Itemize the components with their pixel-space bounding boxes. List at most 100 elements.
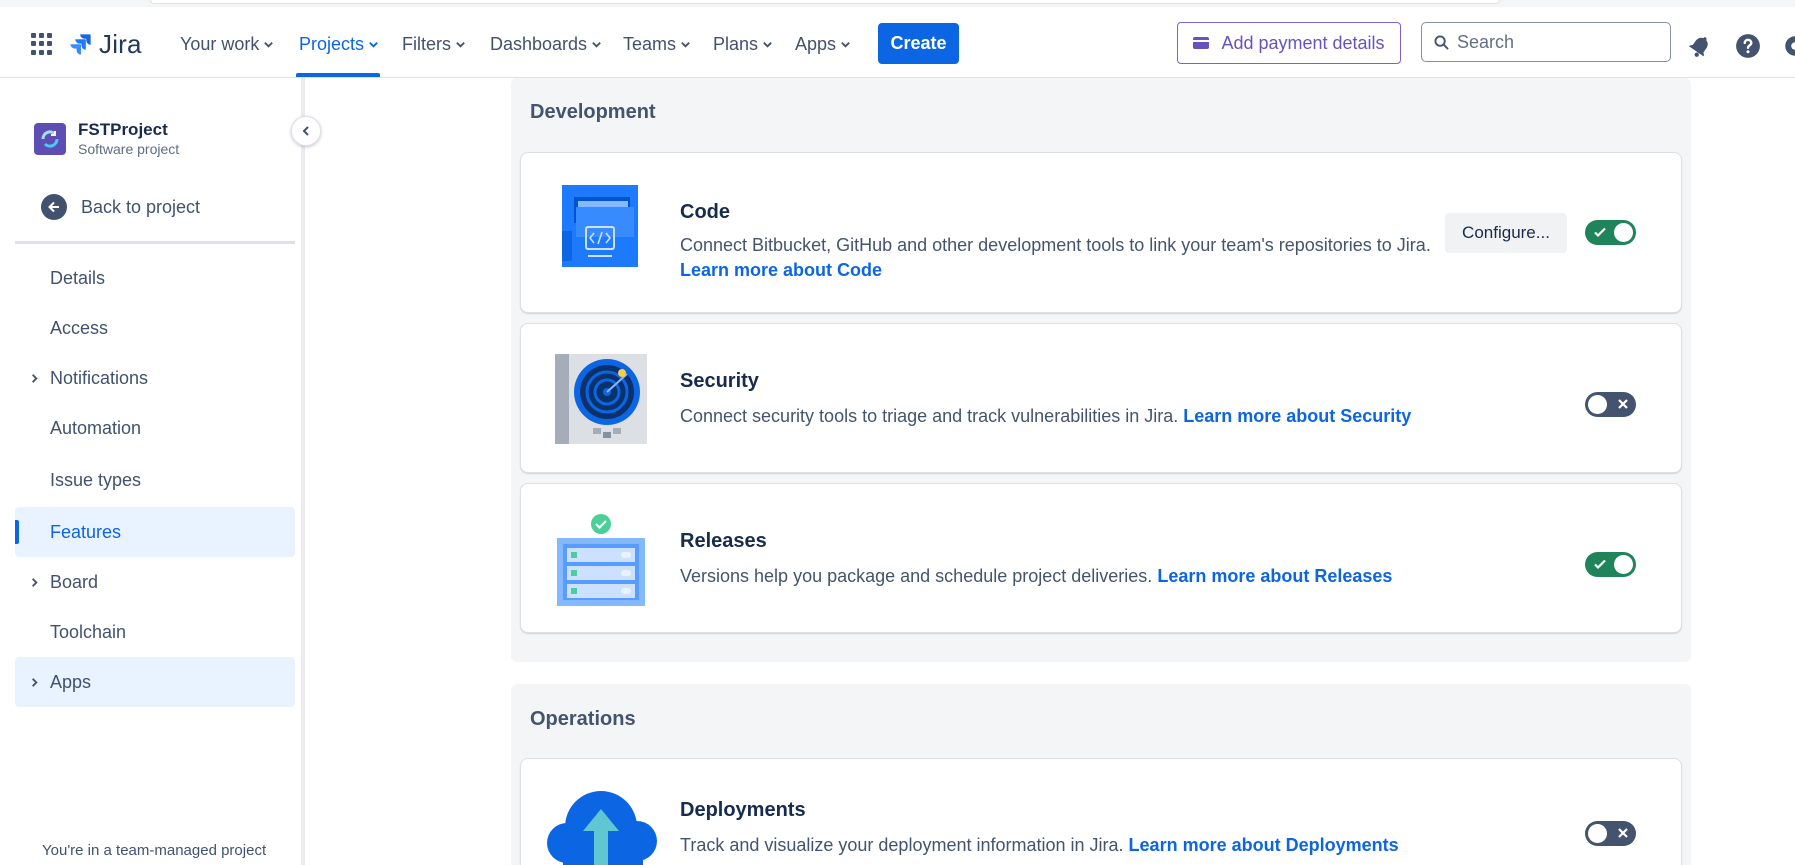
sidebar-divider <box>15 241 295 244</box>
sidebar-item-access[interactable]: Access <box>15 303 295 353</box>
deployments-toggle[interactable] <box>1585 821 1636 846</box>
sidebar-item-label: Automation <box>50 417 142 438</box>
back-to-project-label: Back to project <box>81 196 201 217</box>
security-toggle[interactable] <box>1585 392 1636 417</box>
chevron-down-icon <box>592 41 601 48</box>
feature-name: Deployments <box>680 799 806 821</box>
feature-learn-more: Learn more about Code <box>680 258 882 283</box>
check-icon <box>1594 227 1606 238</box>
nav-your-work-label: Your work <box>180 33 260 54</box>
nav-plans-label: Plans <box>713 33 759 54</box>
feature-description: Connect Bitbucket, GitHub and other deve… <box>680 235 1431 255</box>
learn-more-security-link[interactable]: Learn more about Security <box>1183 406 1411 426</box>
deployments-cloud-icon <box>547 791 657 865</box>
sidebar-item-label: Apps <box>50 671 92 692</box>
nav-teams[interactable]: Teams <box>623 29 691 59</box>
configure-button[interactable]: Configure... <box>1445 213 1567 253</box>
close-icon <box>1618 828 1628 838</box>
app-switcher-icon[interactable] <box>31 33 53 55</box>
sidebar-item-label: Access <box>50 317 109 338</box>
code-toggle[interactable] <box>1585 220 1636 245</box>
learn-more-code-link[interactable]: Learn more about Code <box>680 260 882 280</box>
operations-section: Operations Deployments Track and visuali… <box>511 684 1691 865</box>
nav-your-work[interactable]: Your work <box>180 29 274 59</box>
close-icon <box>1618 399 1628 409</box>
project-name: FSTProject <box>78 120 168 139</box>
project-sidebar: FSTProject Software project Back to proj… <box>5 78 305 865</box>
nav-dashboards-label: Dashboards <box>490 33 588 54</box>
feature-description: Versions help you package and schedule p… <box>680 564 1392 589</box>
learn-more-releases-link[interactable]: Learn more about Releases <box>1157 566 1392 586</box>
nav-plans[interactable]: Plans <box>713 29 773 59</box>
feature-card-releases: Releases Versions help you package and s… <box>520 483 1682 633</box>
feature-description-text: Connect security tools to triage and tra… <box>680 406 1179 426</box>
jira-logo-icon <box>70 33 91 55</box>
sidebar-item-toolchain[interactable]: Toolchain <box>15 607 295 657</box>
search-icon <box>1434 34 1449 50</box>
feature-name: Code <box>680 201 730 223</box>
project-avatar-icon <box>41 130 59 148</box>
sidebar-item-apps[interactable]: Apps <box>15 657 295 707</box>
search-input[interactable] <box>1457 31 1647 53</box>
code-folder-icon <box>562 185 638 267</box>
add-payment-details-label: Add payment details <box>1221 32 1385 53</box>
sidebar-item-label: Board <box>50 571 99 592</box>
feature-card-deployments: Deployments Track and visualize your dep… <box>520 758 1682 865</box>
nav-active-underline <box>296 73 380 77</box>
feature-name: Security <box>680 370 759 392</box>
learn-more-deployments-link[interactable]: Learn more about Deployments <box>1129 835 1399 855</box>
jira-logo[interactable]: Jira <box>68 28 142 60</box>
chevron-right-icon <box>32 577 38 587</box>
settings-icon[interactable] <box>1782 33 1795 59</box>
feature-description-text: Track and visualize your deployment info… <box>680 835 1124 855</box>
feature-description: Connect security tools to triage and tra… <box>680 404 1411 429</box>
feature-description: Track and visualize your deployment info… <box>680 833 1399 858</box>
collapse-sidebar-button[interactable] <box>291 116 321 146</box>
sidebar-item-issue-types[interactable]: Issue types <box>15 455 295 505</box>
security-radar-icon <box>555 354 647 444</box>
sidebar-item-label: Issue types <box>50 469 142 490</box>
nav-teams-label: Teams <box>623 33 677 54</box>
sidebar-item-notifications[interactable]: Notifications <box>15 353 295 403</box>
nav-apps[interactable]: Apps <box>795 29 851 59</box>
toggle-knob <box>1614 555 1633 574</box>
sidebar-item-automation[interactable]: Automation <box>15 403 295 453</box>
chevron-right-icon <box>32 677 38 687</box>
releases-toggle[interactable] <box>1585 552 1636 577</box>
search-box[interactable] <box>1421 22 1671 62</box>
selected-indicator <box>15 520 19 544</box>
nav-projects-label: Projects <box>299 33 365 54</box>
jira-logo-text: Jira <box>99 28 142 59</box>
releases-list-icon <box>557 514 645 606</box>
chevron-left-icon <box>302 126 309 136</box>
chevron-down-icon <box>456 41 465 48</box>
nav-filters[interactable]: Filters <box>402 29 466 59</box>
notifications-icon[interactable] <box>1687 33 1713 59</box>
feature-card-security: Security Connect security tools to triag… <box>520 323 1682 473</box>
team-managed-note: You're in a team-managed project <box>42 842 267 859</box>
section-title: Operations <box>530 708 636 730</box>
feature-card-code: Code Connect Bitbucket, GitHub and other… <box>520 152 1682 313</box>
sidebar-item-features[interactable]: Features <box>15 507 295 557</box>
add-payment-details-button[interactable]: Add payment details <box>1177 22 1401 64</box>
chevron-down-icon <box>369 41 378 48</box>
sidebar-item-label: Details <box>50 267 106 288</box>
create-button[interactable]: Create <box>878 23 959 64</box>
chevron-down-icon <box>841 41 850 48</box>
chevron-right-icon <box>32 373 38 383</box>
project-avatar <box>34 123 66 155</box>
sidebar-item-label: Notifications <box>50 367 149 388</box>
nav-projects[interactable]: Projects <box>299 29 379 59</box>
nav-dashboards[interactable]: Dashboards <box>490 29 602 59</box>
sidebar-item-board[interactable]: Board <box>15 557 295 607</box>
credit-card-icon <box>1193 37 1210 49</box>
project-header[interactable]: FSTProject Software project <box>34 120 179 158</box>
sidebar-item-label: Features <box>50 521 122 542</box>
toggle-knob <box>1614 223 1633 242</box>
feature-name: Releases <box>680 530 767 552</box>
help-icon[interactable] <box>1735 33 1761 59</box>
sidebar-item-details[interactable]: Details <box>15 253 295 303</box>
back-to-project-link[interactable]: Back to project <box>41 194 200 220</box>
toggle-knob <box>1588 824 1607 843</box>
development-section: Development Code Connect Bitbucket, GitH… <box>511 78 1691 662</box>
